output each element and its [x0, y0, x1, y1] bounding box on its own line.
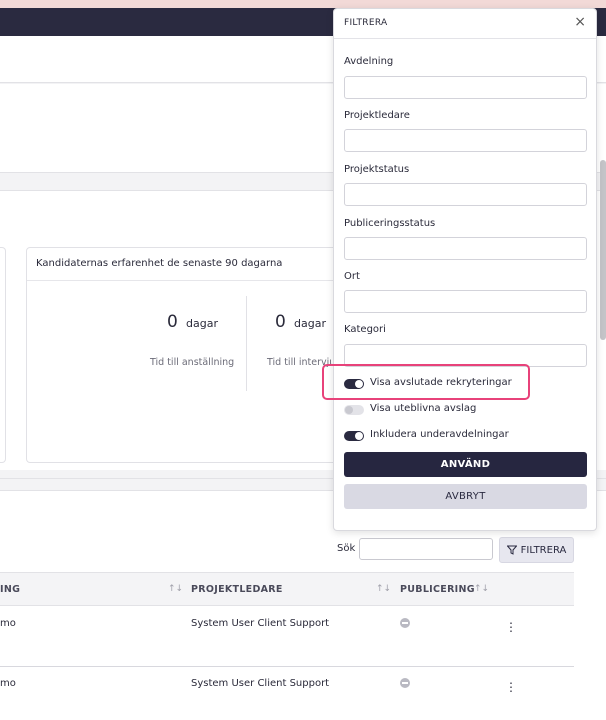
filter-panel-header: FILTRERA ×: [334, 9, 596, 39]
table-row[interactable]: mo System User Client Support ⋮: [0, 607, 574, 667]
category-label: Kategori: [344, 324, 386, 335]
apply-button[interactable]: ANVÄND: [344, 452, 587, 477]
row-name: mo: [0, 678, 16, 689]
sort-icon[interactable]: ↑↓: [474, 584, 489, 594]
statistics-card-left: [0, 247, 6, 463]
card-divider: [27, 280, 365, 281]
row-name: mo: [0, 618, 16, 629]
top-accent-strip: [0, 0, 606, 8]
project-manager-label: Projektledare: [344, 110, 410, 121]
filter-icon: [506, 545, 517, 555]
time-to-hire-unit: dagar: [186, 317, 218, 330]
include-subdepartments-toggle[interactable]: [344, 431, 364, 441]
project-status-field[interactable]: [344, 183, 587, 206]
publishing-status-label: Publiceringsstatus: [344, 218, 436, 229]
unpublished-status-icon: [400, 678, 410, 688]
cancel-button[interactable]: AVBRYT: [344, 484, 587, 509]
filter-panel: FILTRERA × Avdelning Projektledare Proje…: [333, 8, 597, 531]
time-to-hire-value: 0: [167, 312, 178, 332]
time-to-interview-value: 0: [275, 312, 286, 332]
filter-button-label: FILTRERA: [520, 544, 567, 556]
candidate-experience-card: Kandidaternas erfarenhet de senaste 90 d…: [26, 247, 366, 463]
department-field[interactable]: [344, 76, 587, 99]
sort-icon[interactable]: ↑↓: [168, 584, 183, 594]
scrollbar[interactable]: [600, 160, 606, 340]
publishing-status-field[interactable]: [344, 237, 587, 260]
column-header-name[interactable]: ING: [0, 584, 20, 595]
search-label: Sök: [337, 543, 356, 554]
close-icon[interactable]: ×: [574, 15, 586, 29]
search-input[interactable]: [359, 538, 493, 560]
row-project-manager: System User Client Support: [191, 678, 330, 689]
include-subdepartments-label: Inkludera underavdelningar: [370, 429, 509, 440]
column-header-project-manager[interactable]: PROJEKTLEDARE: [191, 584, 283, 595]
card-title: Kandidaternas erfarenhet de senaste 90 d…: [36, 258, 283, 269]
filter-button[interactable]: FILTRERA: [499, 537, 574, 563]
column-header-publishing[interactable]: PUBLICERING: [400, 584, 475, 595]
show-missing-rejections-label: Visa uteblivna avslag: [370, 403, 477, 414]
metric-divider: [246, 296, 247, 391]
project-manager-field[interactable]: [344, 129, 587, 152]
department-label: Avdelning: [344, 56, 394, 67]
table-header: ING ↑↓ PROJEKTLEDARE ↑↓ PUBLICERING ↑↓: [0, 572, 574, 606]
row-menu-icon[interactable]: ⋮: [505, 621, 517, 633]
show-missing-rejections-toggle[interactable]: [344, 405, 364, 415]
table-row[interactable]: mo System User Client Support ⋮: [0, 667, 574, 720]
time-to-interview-unit: dagar: [294, 317, 326, 330]
sort-icon[interactable]: ↑↓: [376, 584, 391, 594]
row-project-manager: System User Client Support: [191, 618, 330, 629]
highlight-annotation: [322, 364, 530, 400]
city-label: Ort: [344, 271, 360, 282]
filter-panel-title: FILTRERA: [344, 18, 388, 28]
time-to-hire-label: Tid till anställning: [150, 357, 235, 368]
project-status-label: Projektstatus: [344, 164, 410, 175]
unpublished-status-icon: [400, 618, 410, 628]
row-menu-icon[interactable]: ⋮: [505, 681, 517, 693]
city-field[interactable]: [344, 290, 587, 313]
